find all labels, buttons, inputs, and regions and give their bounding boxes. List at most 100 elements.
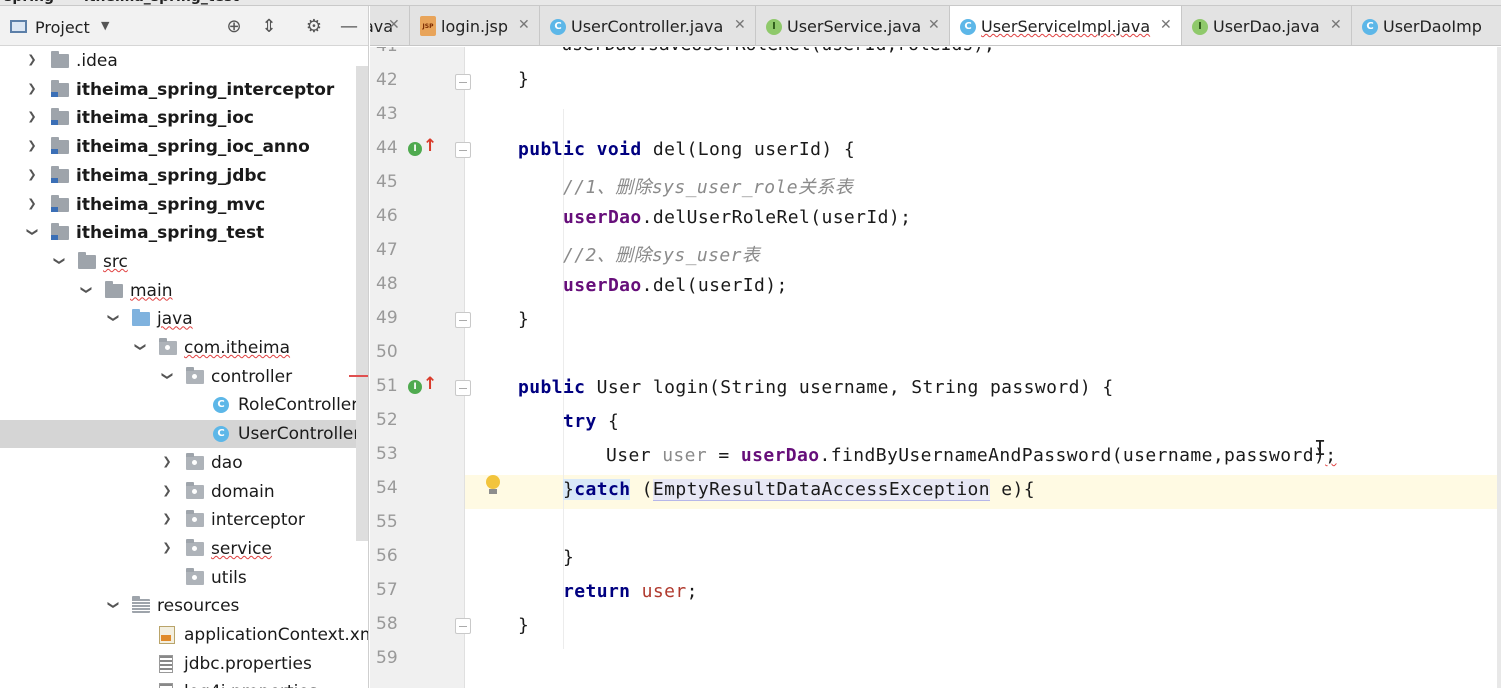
- tree-item-itheima-spring-interceptor[interactable]: ❯ itheima_spring_interceptor: [0, 76, 360, 104]
- project-panel: Project ▼ ⊕ ⇕ ⚙ — ❯ .idea ❯ itheima_spring_…: [0, 6, 369, 688]
- implements-method-icon[interactable]: I ↑: [408, 136, 437, 160]
- code-editor[interactable]: 41 42 43 44 I↑ 45 46 47 48 49 50 51 I↑ 52 53 54 55 56 57 58…: [370, 47, 1501, 688]
- implements-method-icon[interactable]: I ↑: [408, 374, 437, 398]
- tree-item-label: itheima_spring_ioc_anno: [76, 137, 310, 158]
- tree-item-utils[interactable]: utils: [0, 564, 360, 592]
- chevron-right-icon[interactable]: ❯: [24, 107, 40, 127]
- breadcrumb-item[interactable]: spring: [4, 0, 54, 5]
- code-text: userDao.saveUserRoleRel(userId,roleIds);: [518, 47, 994, 55]
- editor-tab-userservice-java[interactable]: I UserService.java ✕: [756, 6, 950, 45]
- close-icon[interactable]: ✕: [734, 17, 746, 33]
- tree-item-service[interactable]: ❯ service: [0, 535, 360, 563]
- collapse-all-icon[interactable]: ⇕: [258, 16, 280, 38]
- tree-item-com-itheima[interactable]: ❯ com.itheima: [0, 334, 360, 362]
- tree-item-itheima-spring-jdbc[interactable]: ❯ itheima_spring_jdbc: [0, 162, 360, 190]
- editor-tab-usercontroller-java[interactable]: C UserController.java ✕: [540, 6, 756, 45]
- fold-marker-icon[interactable]: [455, 312, 471, 328]
- tree-item-resources[interactable]: ❯ resources: [0, 592, 360, 620]
- chevron-right-icon[interactable]: ❯: [24, 136, 40, 156]
- editor-tab-bar: ava✕JSPlogin.jsp✕CUserController.java✕IU…: [370, 6, 1501, 46]
- tree-item-label: service: [211, 538, 272, 559]
- tree-item-label: dao: [211, 452, 243, 473]
- close-icon[interactable]: ✕: [388, 17, 400, 33]
- error-marker: [349, 375, 368, 377]
- code-line-46: userDao.delUserRoleRel(userId);: [563, 207, 911, 228]
- chevron-right-icon[interactable]: ❯: [159, 509, 175, 529]
- tree-item-itheima-spring-test[interactable]: ❯ itheima_spring_test: [0, 219, 360, 247]
- fold-marker-icon[interactable]: [455, 142, 471, 158]
- class-icon: C: [1362, 19, 1378, 35]
- chevron-right-icon[interactable]: ❯: [159, 452, 175, 472]
- code-line-44: public void del(Long userId) {: [518, 139, 855, 160]
- code-text: {: [596, 411, 620, 432]
- tree-item-itheima-spring-ioc-anno[interactable]: ❯ itheima_spring_ioc_anno: [0, 133, 360, 161]
- tree-item-rolecontroller[interactable]: C RoleController: [0, 391, 360, 419]
- fold-marker-icon[interactable]: [455, 380, 471, 396]
- chevron-down-icon[interactable]: ❯: [49, 253, 69, 269]
- tree-item-usercontroller[interactable]: C UserController: [0, 420, 360, 449]
- editor-tab-ava[interactable]: ava✕: [370, 6, 410, 45]
- code-text: }: [518, 309, 530, 330]
- chevron-right-icon[interactable]: ❯: [24, 79, 40, 99]
- interface-icon: I: [766, 19, 782, 35]
- class-icon: C: [960, 19, 976, 35]
- close-icon[interactable]: ✕: [1160, 17, 1172, 33]
- tree-item-main[interactable]: ❯ main: [0, 277, 360, 305]
- code-text: .findByUsernameAndPassword(username,pass…: [819, 445, 1326, 466]
- chevron-down-icon[interactable]: ▼: [101, 19, 109, 32]
- tree-item-domain[interactable]: ❯ domain: [0, 478, 360, 506]
- tree-item-label: main: [130, 280, 173, 301]
- tree-item-dao[interactable]: ❯ dao: [0, 449, 360, 477]
- editor-scrollbar[interactable]: [1497, 47, 1501, 688]
- tree-item-label: RoleController: [238, 395, 359, 416]
- chevron-right-icon[interactable]: ❯: [159, 481, 175, 501]
- tree-item-itheima-spring-ioc[interactable]: ❯ itheima_spring_ioc: [0, 104, 360, 132]
- chevron-right-icon[interactable]: ❯: [24, 165, 40, 185]
- hide-panel-icon[interactable]: —: [338, 16, 360, 38]
- chevron-down-icon[interactable]: ❯: [76, 282, 96, 298]
- editor-tab-login-jsp[interactable]: JSP login.jsp ✕: [410, 6, 540, 45]
- chevron-right-icon[interactable]: ❯: [24, 50, 40, 70]
- chevron-right-icon[interactable]: ❯: [24, 194, 40, 214]
- tree-item-controller[interactable]: ❯ controller: [0, 363, 360, 391]
- code-line-48: userDao.del(userId);: [563, 275, 788, 296]
- chevron-down-icon[interactable]: ❯: [22, 224, 42, 240]
- fold-marker-icon[interactable]: [455, 618, 471, 634]
- package-icon: [186, 452, 204, 470]
- chevron-down-icon[interactable]: ❯: [103, 597, 123, 613]
- chevron-down-icon[interactable]: ❯: [103, 310, 123, 326]
- project-panel-header: Project ▼ ⊕ ⇕ ⚙ —: [0, 6, 368, 46]
- breadcrumb-item[interactable]: itheima_spring_test: [84, 0, 239, 5]
- tree-item-jdbc-properties[interactable]: jdbc.properties: [0, 650, 360, 678]
- project-view-selector[interactable]: Project: [35, 18, 90, 37]
- chevron-right-icon[interactable]: ❯: [159, 538, 175, 558]
- close-icon[interactable]: ✕: [518, 17, 530, 33]
- chevron-down-icon[interactable]: ❯: [157, 368, 177, 384]
- package-icon: [186, 366, 204, 384]
- gear-icon[interactable]: ⚙: [303, 16, 325, 38]
- locate-icon[interactable]: ⊕: [223, 16, 245, 38]
- tree-item-applicationcontext-xml[interactable]: applicationContext.xml: [0, 621, 368, 649]
- resources-folder-icon: [132, 596, 150, 614]
- line-number: 55: [376, 512, 398, 532]
- code-line-52: try {: [563, 411, 619, 432]
- tab-label: UserDao.java: [1213, 17, 1320, 36]
- tree-item-label: jdbc.properties: [184, 653, 312, 674]
- tree-item-itheima-spring-mvc[interactable]: ❯ itheima_spring_mvc: [0, 191, 360, 219]
- project-scrollbar[interactable]: [356, 66, 368, 541]
- tree-item--idea[interactable]: ❯ .idea: [0, 47, 360, 75]
- fold-marker-icon[interactable]: [455, 74, 471, 90]
- editor-tab-userdaoimp[interactable]: C UserDaoImp: [1352, 6, 1501, 45]
- editor-tab-userserviceimpl-java[interactable]: C UserServiceImpl.java ✕: [950, 6, 1182, 45]
- tab-label: UserServiceImpl.java: [981, 17, 1151, 36]
- close-icon[interactable]: ✕: [928, 17, 940, 33]
- tree-item-interceptor[interactable]: ❯ interceptor: [0, 506, 360, 534]
- tree-item-log4j-properties[interactable]: log4j.properties: [0, 678, 360, 688]
- chevron-down-icon[interactable]: ❯: [130, 339, 150, 355]
- close-icon[interactable]: ✕: [1330, 17, 1342, 33]
- editor-tab-userdao-java[interactable]: I UserDao.java ✕: [1182, 6, 1352, 45]
- project-view-icon: [10, 20, 27, 33]
- lightbulb-icon[interactable]: [486, 475, 500, 495]
- tree-item-java[interactable]: ❯ java: [0, 305, 360, 333]
- tree-item-src[interactable]: ❯ src: [0, 248, 360, 276]
